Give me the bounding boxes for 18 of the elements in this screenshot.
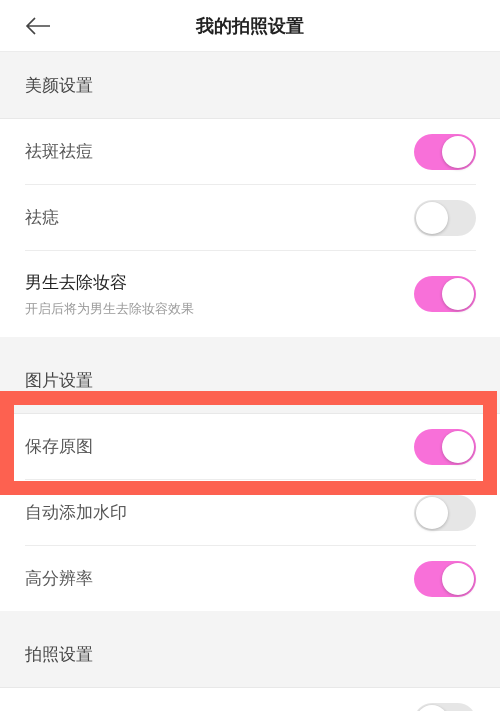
setting-label: 祛痣 xyxy=(25,207,59,229)
toggle-switch[interactable] xyxy=(414,560,476,596)
toggle-switch[interactable] xyxy=(414,276,476,312)
section-title: 拍照设置 xyxy=(25,644,93,666)
setting-description: 开启后将为男生去除妆容效果 xyxy=(25,300,194,318)
toggle-switch[interactable] xyxy=(414,428,476,464)
toggle-switch[interactable] xyxy=(414,134,476,170)
toggle-switch[interactable] xyxy=(414,200,476,236)
page-title: 我的拍照设置 xyxy=(196,14,304,38)
section-title: 图片设置 xyxy=(25,370,93,392)
section-title: 美颜设置 xyxy=(25,74,93,96)
setting-label: 保存原图 xyxy=(25,436,93,458)
setting-label: 高分辨率 xyxy=(25,568,93,590)
setting-label: 自动添加水印 xyxy=(25,502,127,524)
toggle-switch[interactable] xyxy=(414,494,476,530)
setting-label: 男生去除妆容 xyxy=(25,272,128,294)
setting-label: 祛斑祛痘 xyxy=(25,141,93,163)
back-arrow-icon[interactable] xyxy=(25,17,51,35)
